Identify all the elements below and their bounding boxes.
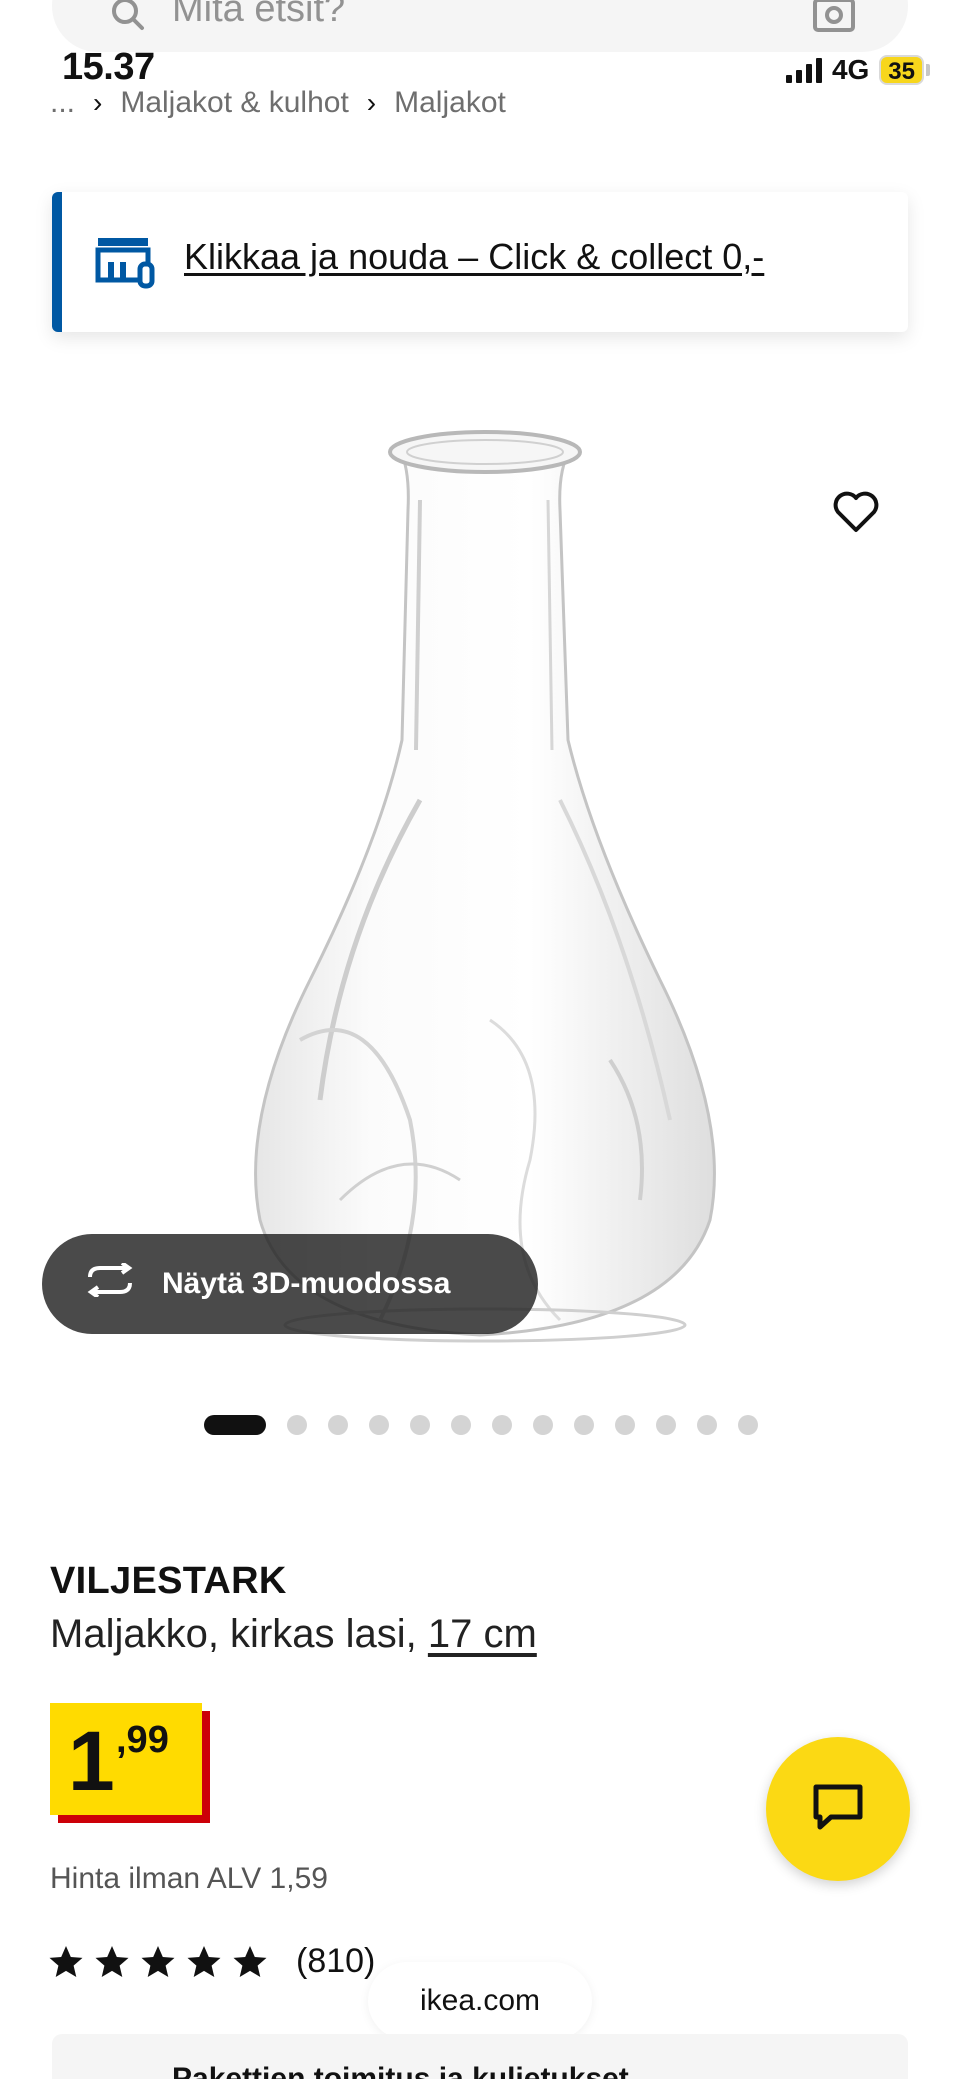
chevron-right-icon: › (93, 87, 103, 118)
price-tag: 1 ,99 (50, 1703, 210, 1823)
rating-stars (48, 1945, 268, 1979)
star-icon (233, 1945, 267, 1977)
rotate-3d-icon (84, 1261, 136, 1305)
carousel-dot[interactable] (697, 1415, 717, 1435)
carousel-dot[interactable] (328, 1415, 348, 1435)
browser-domain: ikea.com (419, 1984, 541, 2017)
chat-bubble-icon (811, 1782, 865, 1837)
delivery-info-text: Pakettien toimitus ja kuljetukset (172, 2062, 629, 2079)
breadcrumb: ... › Maljakot & kulhot › Maljakot (50, 86, 506, 120)
breadcrumb-ellipsis[interactable]: ... (50, 86, 75, 120)
price-without-vat: Hinta ilman ALV 1,59 (50, 1862, 328, 1895)
carousel-dot[interactable] (369, 1415, 389, 1435)
breadcrumb-item-vases[interactable]: Maljakot (394, 86, 506, 120)
product-description-text: Maljakko, kirkas lasi, (50, 1612, 428, 1656)
signal-icon (785, 57, 822, 83)
click-collect-banner[interactable]: Klikkaa ja nouda – Click & collect 0,- (52, 192, 908, 332)
size-link[interactable]: 17 cm (428, 1612, 537, 1656)
chevron-right-icon: › (366, 87, 377, 118)
star-icon (49, 1945, 83, 1977)
search-icon (108, 0, 148, 39)
carousel-dot[interactable] (492, 1415, 512, 1435)
star-icon (95, 1945, 129, 1977)
status-time: 15.37 (62, 46, 155, 88)
camera-search-icon[interactable] (812, 0, 856, 39)
click-collect-link[interactable]: Klikkaa ja nouda – Click & collect 0,- (184, 236, 764, 278)
search-bar[interactable]: Mitä etsit? (52, 0, 908, 52)
carousel-dot[interactable] (533, 1415, 553, 1435)
delivery-info-card[interactable]: Pakettien toimitus ja kuljetukset (52, 2034, 908, 2079)
carousel-dot[interactable] (574, 1415, 594, 1435)
star-icon (141, 1945, 175, 1977)
battery-icon: 35 (879, 55, 930, 85)
breadcrumb-item-vases-bowls[interactable]: Maljakot & kulhot (120, 86, 348, 120)
image-carousel-indicator[interactable] (204, 1415, 758, 1435)
carousel-dot[interactable] (204, 1415, 266, 1435)
favorite-heart-icon[interactable] (832, 490, 880, 539)
carousel-dot[interactable] (410, 1415, 430, 1435)
browser-domain-pill[interactable]: ikea.com (368, 1962, 592, 2040)
product-description: Maljakko, kirkas lasi, 17 cm (50, 1612, 537, 1657)
product-name: VILJESTARK (50, 1560, 287, 1602)
price-decimal: ,99 (116, 1719, 169, 1761)
search-placeholder: Mitä etsit? (172, 0, 346, 30)
star-icon (187, 1945, 221, 1977)
banner-accent (52, 192, 62, 332)
view-3d-button[interactable]: Näytä 3D-muodossa (42, 1234, 538, 1334)
carousel-dot[interactable] (287, 1415, 307, 1435)
battery-level: 35 (879, 55, 924, 85)
status-indicators: 4G 35 (785, 52, 930, 88)
review-count[interactable]: (810) (296, 1942, 375, 1981)
carousel-dot[interactable] (738, 1415, 758, 1435)
carousel-dot[interactable] (615, 1415, 635, 1435)
network-type: 4G (831, 54, 870, 85)
carousel-dot[interactable] (451, 1415, 471, 1435)
price-integer: 1 (68, 1714, 115, 1808)
carousel-dot[interactable] (656, 1415, 676, 1435)
chat-button[interactable] (766, 1737, 910, 1881)
store-pickup-icon (94, 234, 156, 295)
product-image[interactable] (230, 420, 750, 1365)
view-3d-label: Näytä 3D-muodossa (162, 1267, 451, 1300)
product-rating[interactable]: (810) (48, 1942, 375, 1981)
